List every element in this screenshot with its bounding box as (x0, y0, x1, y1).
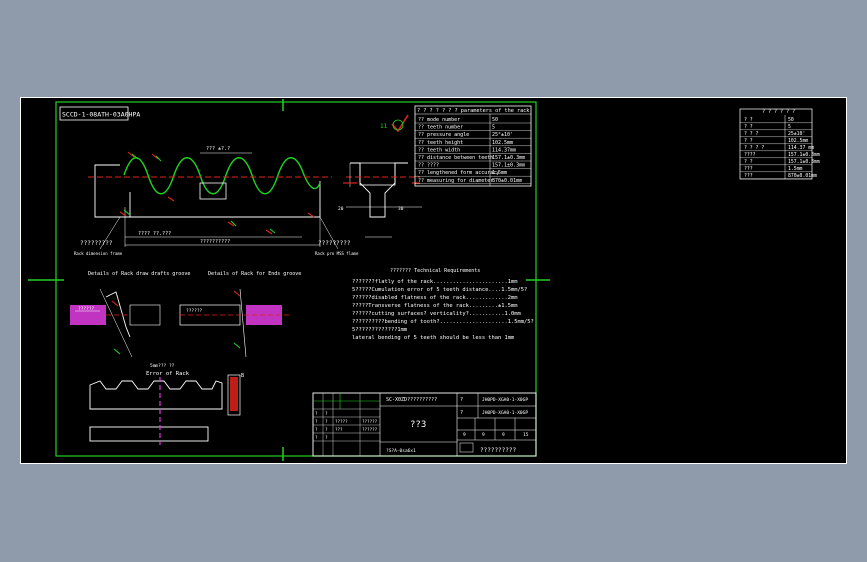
svg-text:??? ±?.?: ??? ±?.? (206, 146, 230, 152)
title-name: ??3 (410, 420, 426, 430)
param-name: ?? mode number (418, 117, 460, 123)
scale-cell: 9 (463, 432, 466, 438)
param-value: 1.5mm (492, 170, 507, 176)
param-value: 5 (492, 125, 495, 131)
side-row-value: 114.37 mm (788, 145, 814, 151)
svg-text:??????: ?????? (186, 308, 203, 314)
param-value: 50 (492, 117, 498, 123)
side-row-name: ? ? ? (744, 131, 759, 137)
svg-text:B: B (241, 373, 244, 379)
tech-requirement-line: ?????Transverse flatness of the rack....… (352, 303, 518, 309)
svg-text:?: ? (460, 397, 463, 403)
svg-text:5mm??? ??: 5mm??? ?? (150, 363, 175, 369)
error-of-rack-caption: Error of Rack (146, 371, 190, 377)
tech-requirement-line: ??????????bending of tooth?.............… (352, 319, 534, 325)
scale-cell: 9 (502, 432, 505, 438)
param-value: 157.1±0.3mm (492, 163, 525, 169)
tech-title: ??????? Technical Requirements (390, 268, 480, 274)
revision-cell: ?????? (362, 427, 378, 432)
drawing-canvas[interactable]: SCCD-1-08ATH-03A0HPA ??? ±?.? ???? ??.??… (20, 97, 847, 464)
tech-requirement-line: ??????cutting surfaces? verticality?....… (352, 311, 521, 317)
side-row-value: 25±10' (788, 131, 805, 137)
drawing-number: SCCD-1-08ATH-03A0HPA (62, 111, 140, 119)
param-value: 102.5mm (492, 140, 513, 146)
side-row-name: ? ? (744, 159, 753, 165)
section-a-caption: Details of Rack draw drafts groove (88, 271, 190, 277)
svg-text:??????: ?????? (78, 306, 95, 312)
side-row-value: 157.1±0.3mm (788, 159, 820, 165)
svg-text:Rack pro MSS flame: Rack pro MSS flame (315, 251, 359, 256)
side-row-name: ? ? (744, 138, 753, 144)
side-row-value: 870±0.01mm (788, 173, 817, 179)
param-name: ?? pressure angle (418, 132, 469, 138)
side-row-name: ? ? (744, 124, 753, 130)
side-row-value: 50 (788, 117, 794, 123)
svg-text:?: ? (460, 410, 463, 416)
svg-text:20: 20 (338, 206, 344, 212)
param-value: 157.1±0.3mm (492, 155, 525, 161)
revision-cell: ?????? (362, 419, 378, 424)
drawing-viewer: SCCD-1-08ATH-03A0HPA ??? ±?.? ???? ??.??… (0, 0, 867, 562)
side-row-name: ??? (744, 166, 753, 172)
title-code-2: JH0PD-XGA0-1-X0GP (482, 410, 528, 416)
param-value: 870±0.01mm (492, 178, 522, 184)
svg-text:Rack dimension frame: Rack dimension frame (74, 251, 123, 256)
params-title: ? ? ? ? ? ? ? parameters of the rack (417, 108, 530, 114)
side-row-name: ???? (744, 152, 756, 158)
company-name: ?????????? (480, 447, 517, 454)
side-row-name: ? ? (744, 117, 753, 123)
side-row-value: 102.5mm (788, 138, 808, 144)
tech-requirement-line: ???????flatly of the rack...............… (352, 279, 518, 285)
scale-cell: 15 (523, 432, 529, 438)
param-value: 25°±10' (492, 132, 513, 138)
revision-cell: ??? (335, 427, 343, 432)
param-name: ?? teeth height (418, 140, 463, 146)
svg-text:??????????: ?????????? (200, 239, 230, 245)
svg-text:???? ??.???: ???? ??.??? (138, 231, 171, 237)
title-code-1: JH0PD-XGA0-1-X0GP (482, 397, 528, 403)
side-row-value: 157.1±0.3mm (788, 152, 820, 158)
side-row-value: 5 (788, 124, 791, 130)
param-name: ?? ???? (418, 163, 439, 169)
param-name: ?? lengthened form accuracy (418, 170, 499, 176)
param-name: ?? teeth width (418, 147, 460, 153)
side-row-name: ? ? ? ? (744, 145, 764, 151)
tech-requirement-line: lateral bending of 5 teeth should be les… (352, 335, 514, 341)
revision-cell: ????? (335, 419, 348, 424)
svg-text:30: 30 (398, 206, 404, 212)
param-value: 114.37mm (492, 147, 516, 153)
tech-requirement-line: 5?????????????1mm (352, 327, 407, 333)
section-b-caption: Details of Rack for Ends groove (208, 271, 301, 277)
param-name: ?? teeth number (418, 125, 463, 131)
rack-left-label: ????????? (80, 240, 113, 247)
side-row-name: ??? (744, 173, 753, 179)
cad-drawing: SCCD-1-08ATH-03A0HPA ??? ±?.? ???? ??.??… (20, 97, 847, 464)
side-table-title: ? ? ? ? ? ? (762, 109, 795, 115)
title-header: SC-X0ZD?????????? (386, 397, 437, 403)
param-name: ?? measuring for diameter (418, 178, 493, 184)
roman-mark: 11 (380, 123, 388, 130)
param-name: ?? distance between teeth (418, 155, 493, 161)
rack-right-label: ????????? (318, 240, 351, 247)
tech-requirement-line: ??????disabled flatness of the rack.....… (352, 295, 518, 301)
tech-requirement-line: 5?????Cumulation error of 5 teeth distan… (352, 287, 527, 293)
scale-cell: 9 (482, 432, 485, 438)
stamp: ?S?A-0sa6x1 (386, 448, 416, 454)
side-row-value: 1.5mm (788, 166, 803, 172)
